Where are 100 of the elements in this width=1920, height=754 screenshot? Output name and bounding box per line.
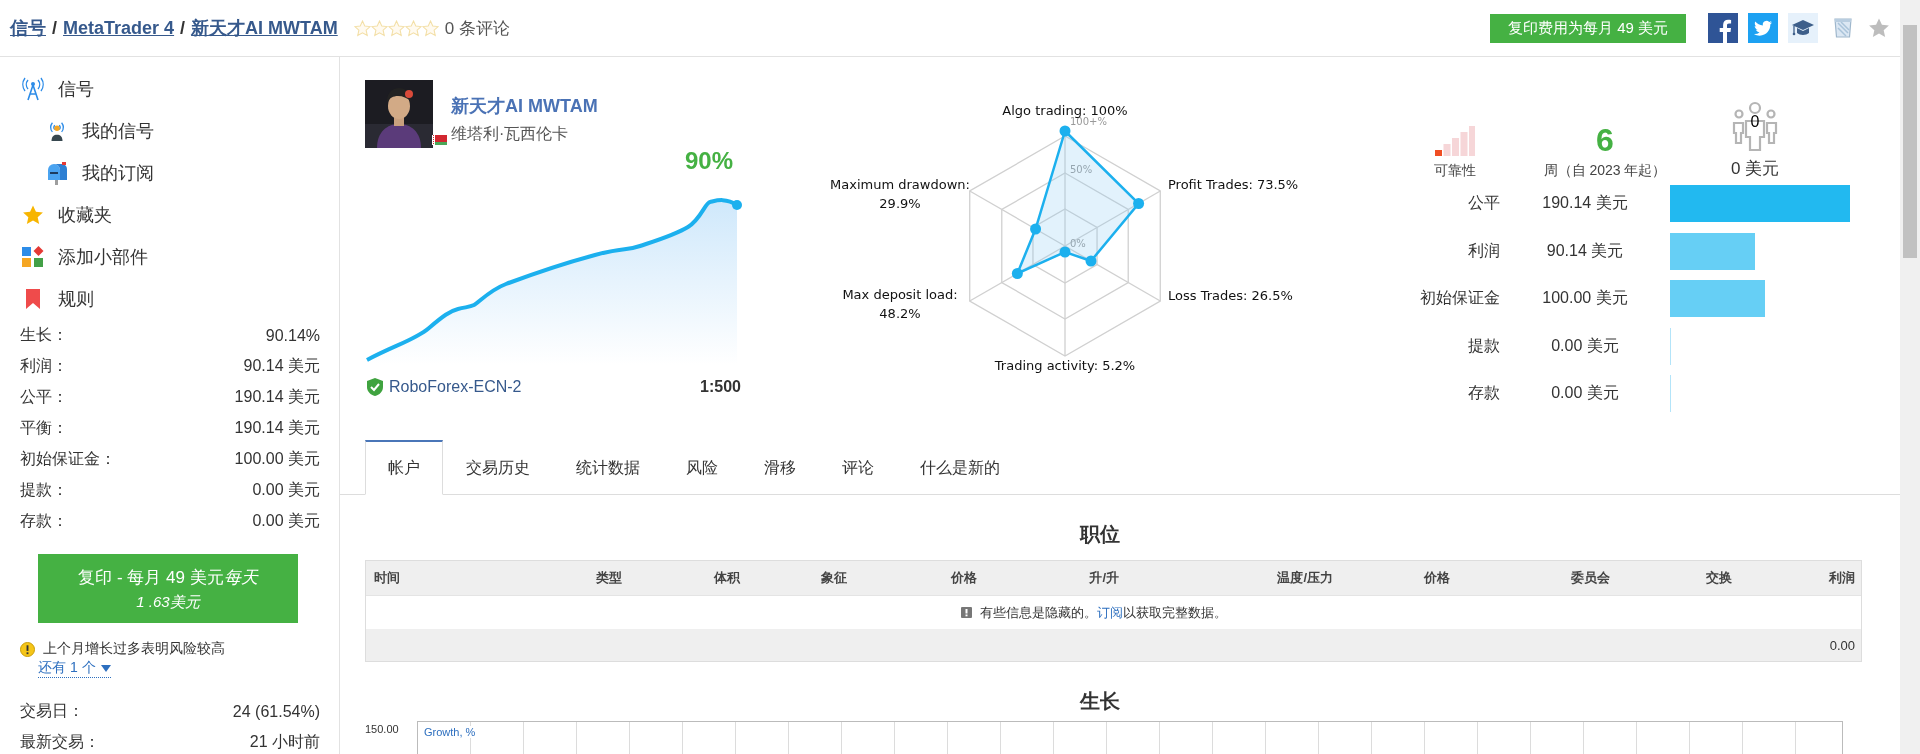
tab[interactable]: 统计数据 — [553, 440, 663, 495]
column-header: 温度/压力 — [1276, 569, 1334, 587]
tab[interactable]: 滑移 — [741, 440, 819, 495]
signal-name: 新天才AI MWTAM — [451, 95, 598, 118]
bar-value: 100.00 美元 — [1541, 288, 1629, 309]
notice-text: 有些信息是隐藏的。订阅以获取完整数据。 — [979, 603, 1227, 622]
subscriber-count: 0 — [1749, 113, 1761, 131]
info-icon — [960, 607, 972, 618]
column-header: 象征 — [820, 569, 848, 587]
more-link[interactable]: 还有 1 个 — [38, 659, 111, 678]
radar-point — [1030, 223, 1042, 235]
bar-value: 90.14 美元 — [1545, 240, 1625, 261]
bar-label: 提款 — [1467, 335, 1500, 356]
column-header: 时间 — [373, 569, 401, 587]
radar-point — [1011, 268, 1023, 279]
stat-label: 生长： — [20, 325, 68, 345]
stat-value: 190.14 美元 — [234, 418, 320, 438]
section-title: 职位 — [1078, 522, 1121, 547]
stat-label: 初始保证金： — [20, 449, 116, 469]
widgets-icon — [22, 246, 44, 268]
stat-value: 0.00 美元 — [252, 511, 320, 531]
caret-icon — [100, 664, 111, 672]
column-header: 委员会 — [1570, 569, 1611, 587]
scrollbar[interactable] — [1900, 0, 1920, 754]
tab[interactable]: 什么是新的 — [897, 440, 1023, 495]
radar-point — [1085, 255, 1097, 267]
subscribe-link[interactable]: 订阅 — [1096, 604, 1123, 620]
scale-label: 50% — [1070, 164, 1093, 175]
stat-value: 100.00 美元 — [234, 449, 320, 469]
reliability-label: 可靠性 — [1434, 162, 1476, 180]
stat-value: 190.14 美元 — [234, 387, 320, 407]
chart-legend: Growth, % — [424, 726, 476, 738]
weeks-label: 周（自 2023 年起） — [1543, 162, 1667, 180]
verified-shield-icon — [367, 378, 383, 396]
stat-value: 90.14 美元 — [243, 356, 320, 376]
tab[interactable]: 风险 — [663, 440, 741, 495]
tab[interactable]: 交易历史 — [443, 440, 553, 495]
growth-percent: 90% — [684, 147, 733, 175]
section-title: 生长 — [1078, 689, 1121, 714]
twitter-icon[interactable] — [1748, 13, 1778, 43]
column-header: 升/升 — [1088, 569, 1120, 587]
stat-label: 最新交易： — [20, 732, 100, 752]
breadcrumb-separator: / — [180, 17, 186, 39]
scale-label: 100+% — [1070, 116, 1107, 127]
column-header: 价格 — [1422, 569, 1451, 587]
weeks-count: 6 — [1596, 124, 1614, 156]
mailbox-icon — [46, 161, 68, 185]
stat-value: 21 小时前 — [249, 732, 320, 752]
radar-point — [1059, 125, 1071, 137]
broker-link[interactable]: RoboForex-ECN-2 — [389, 378, 522, 396]
bar-label: 公平 — [1467, 193, 1500, 214]
axis-label: 150.00 — [365, 723, 400, 737]
warning-text: 上个月增长过多表明风险较高 — [43, 640, 225, 658]
stat-label: 公平： — [20, 387, 68, 407]
axis-label: Profit Trades: 73.5% — [1168, 177, 1299, 192]
bar-value: 0.00 美元 — [1550, 335, 1620, 356]
stat-label: 交易日： — [20, 701, 84, 721]
bar-label: 初始保证金 — [1419, 288, 1500, 309]
sidebar-item[interactable]: 我的订阅 — [20, 152, 154, 194]
antenna-icon — [22, 77, 44, 101]
sidebar-item[interactable]: 信号 — [20, 68, 94, 110]
stat-value: 90.14% — [265, 326, 320, 345]
stat-label: 提款： — [20, 480, 68, 500]
warning-icon — [20, 641, 35, 657]
review-count: 0 条评论 — [444, 17, 510, 40]
sidebar-item[interactable]: 规则 — [20, 278, 94, 320]
people-icon — [1731, 101, 1779, 151]
breadcrumb-link[interactable]: 新天才AI MWTAM — [191, 16, 338, 40]
scale-label: 0% — [1070, 238, 1086, 249]
bar-label: 利润 — [1467, 240, 1500, 261]
graduation-cap-icon[interactable] — [1788, 13, 1818, 43]
flag-icon — [432, 135, 447, 145]
leverage: 1:500 — [700, 378, 741, 396]
stat-value: 24 (61.54%) — [232, 702, 320, 721]
sidebar-item[interactable]: 添加小部件 — [20, 236, 148, 278]
breadcrumb-link[interactable]: 信号 — [10, 16, 46, 40]
facebook-icon[interactable] — [1708, 13, 1738, 43]
favorite-star-icon[interactable] — [1868, 17, 1890, 39]
scrollbar-thumb[interactable] — [1903, 25, 1917, 258]
column-header: 体积 — [712, 569, 741, 587]
breadcrumb-link[interactable]: MetaTrader 4 — [63, 17, 175, 39]
axis-label: Trading activity: 5.2% — [994, 358, 1136, 373]
subscriber-amount: 0 美元 — [1730, 158, 1780, 180]
axis-label: Loss Trades: 26.5% — [1168, 288, 1293, 303]
sidebar-item[interactable]: 我的信号 — [20, 110, 154, 152]
owner-name: 维塔利·瓦西伦卡 — [451, 124, 570, 144]
bar-value: 0.00 美元 — [1550, 383, 1620, 404]
column-header: 交换 — [1705, 569, 1733, 587]
stat-value: 0.00 美元 — [252, 480, 320, 500]
stat-label: 存款： — [20, 511, 68, 531]
tab[interactable]: 帐户 — [365, 440, 443, 495]
sidebar-item[interactable]: 收藏夹 — [20, 194, 112, 236]
stat-label: 利润： — [20, 356, 68, 376]
column-header: 利润 — [1828, 569, 1856, 587]
breadcrumb-separator: / — [52, 17, 57, 39]
rating-stars[interactable] — [353, 19, 439, 37]
bar-label: 存款 — [1467, 383, 1500, 404]
bar-value: 190.14 美元 — [1541, 193, 1629, 214]
axis-label: Max deposit load: 48.2% — [842, 287, 958, 321]
tab[interactable]: 评论 — [819, 440, 897, 495]
